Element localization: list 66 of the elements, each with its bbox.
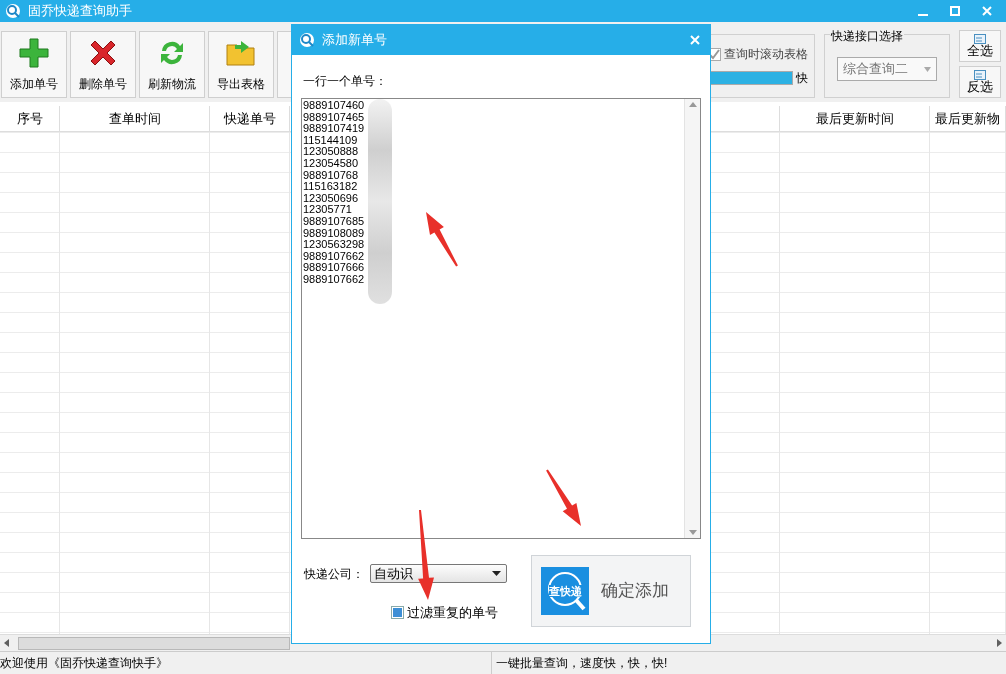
select-button[interactable]: 反选: [959, 66, 1001, 98]
maximize-button[interactable]: [948, 4, 962, 18]
tracking-number: 9889107460: [303, 100, 365, 112]
logo-text: 查快递: [548, 585, 582, 597]
plus-icon: [18, 36, 50, 69]
search-logo-icon: [541, 567, 589, 615]
list-icon: [974, 34, 986, 44]
tracking-number: 9889107662: [303, 250, 365, 263]
group-title: 快递接口选择: [830, 27, 904, 45]
dropdown-caret-icon: [492, 571, 501, 576]
annotation-arrow: [426, 212, 458, 267]
checkmark-icon: [709, 48, 720, 60]
toolbar-button[interactable]: 刷新物流: [139, 31, 205, 98]
checkbox-label: 过滤重复的单号: [407, 604, 498, 622]
close-button[interactable]: [688, 33, 702, 47]
close-icon: [982, 6, 992, 16]
speed-slider[interactable]: [710, 72, 792, 84]
minimize-icon: [918, 13, 928, 16]
tracking-number: 9889107662: [303, 273, 365, 286]
tracking-number: 9889107666: [303, 262, 365, 274]
dialog-title: 添加新单号: [322, 31, 387, 50]
checkbox-label: 查询时滚动表格: [724, 46, 808, 63]
speed-label: 快: [796, 70, 808, 87]
toolbar-button[interactable]: 导出表格: [208, 31, 274, 98]
tracking-number: 123050696: [303, 192, 359, 205]
tracking-number: 9889107465: [303, 111, 365, 124]
column-header[interactable]: 最后更新物: [935, 108, 1000, 129]
app-logo-icon: [4, 2, 22, 20]
scrollbar-thumb[interactable]: [18, 636, 290, 650]
toolbar-button[interactable]: 删除单号: [70, 31, 136, 98]
list-icon: [974, 70, 986, 80]
column-header[interactable]: 序号: [16, 108, 43, 129]
prompt-label: 一行一个单号：: [303, 73, 388, 90]
tracking-number: 115144109: [303, 134, 358, 147]
close-icon: [690, 35, 700, 45]
app-logo-icon: [298, 31, 316, 49]
vertical-scrollbar[interactable]: [684, 99, 700, 538]
tracking-number: 123054580: [303, 157, 359, 170]
column-header[interactable]: 查单时间: [108, 108, 161, 129]
scroll-down-icon: [688, 530, 697, 536]
tracking-number: 9889108089: [303, 227, 365, 240]
tracking-number: 12305771: [303, 204, 352, 216]
column-header[interactable]: 快递单号: [223, 108, 276, 129]
select-button[interactable]: 全选: [959, 30, 1001, 62]
toolbar-button[interactable]: 添加单号: [1, 31, 67, 98]
maximize-icon: [950, 6, 960, 16]
tracking-number: 115163182: [303, 181, 358, 193]
tracking-number: 123050888: [303, 146, 359, 158]
close-button[interactable]: [980, 4, 994, 18]
tracking-number: 1230563298: [303, 239, 365, 251]
company-label: 快递公司：: [304, 565, 365, 583]
annotation-arrow: [546, 469, 581, 526]
status-text: 一键批量查询，速度快，快，快!: [495, 655, 668, 672]
tracking-number: 9889107419: [303, 123, 365, 135]
tracking-numbers-field[interactable]: 9889107460 9889107465 9889107419 115144109 123050888 123054580 988910768 115163182 123050696 12305771 9889107685 9889108089 1230563298 9889107662 9889107666 9889107662: [301, 98, 701, 539]
api-dropdown[interactable]: 综合查询二: [837, 57, 937, 81]
column-header[interactable]: 最后更新时间: [815, 108, 894, 129]
dropdown-caret-icon: [924, 66, 931, 72]
tracking-number: 988910768: [303, 169, 359, 182]
status-text: 欢迎使用《固乔快递查询快手》: [0, 652, 492, 674]
window-title: 固乔快递查询助手: [28, 2, 132, 21]
checkbox[interactable]: [391, 606, 404, 620]
checkbox-fill: [393, 608, 402, 618]
tracking-number: 9889107685: [303, 215, 365, 228]
confirm-add-button[interactable]: 查快递 确定添加: [531, 555, 691, 627]
company-dropdown[interactable]: 自动识: [370, 564, 507, 583]
